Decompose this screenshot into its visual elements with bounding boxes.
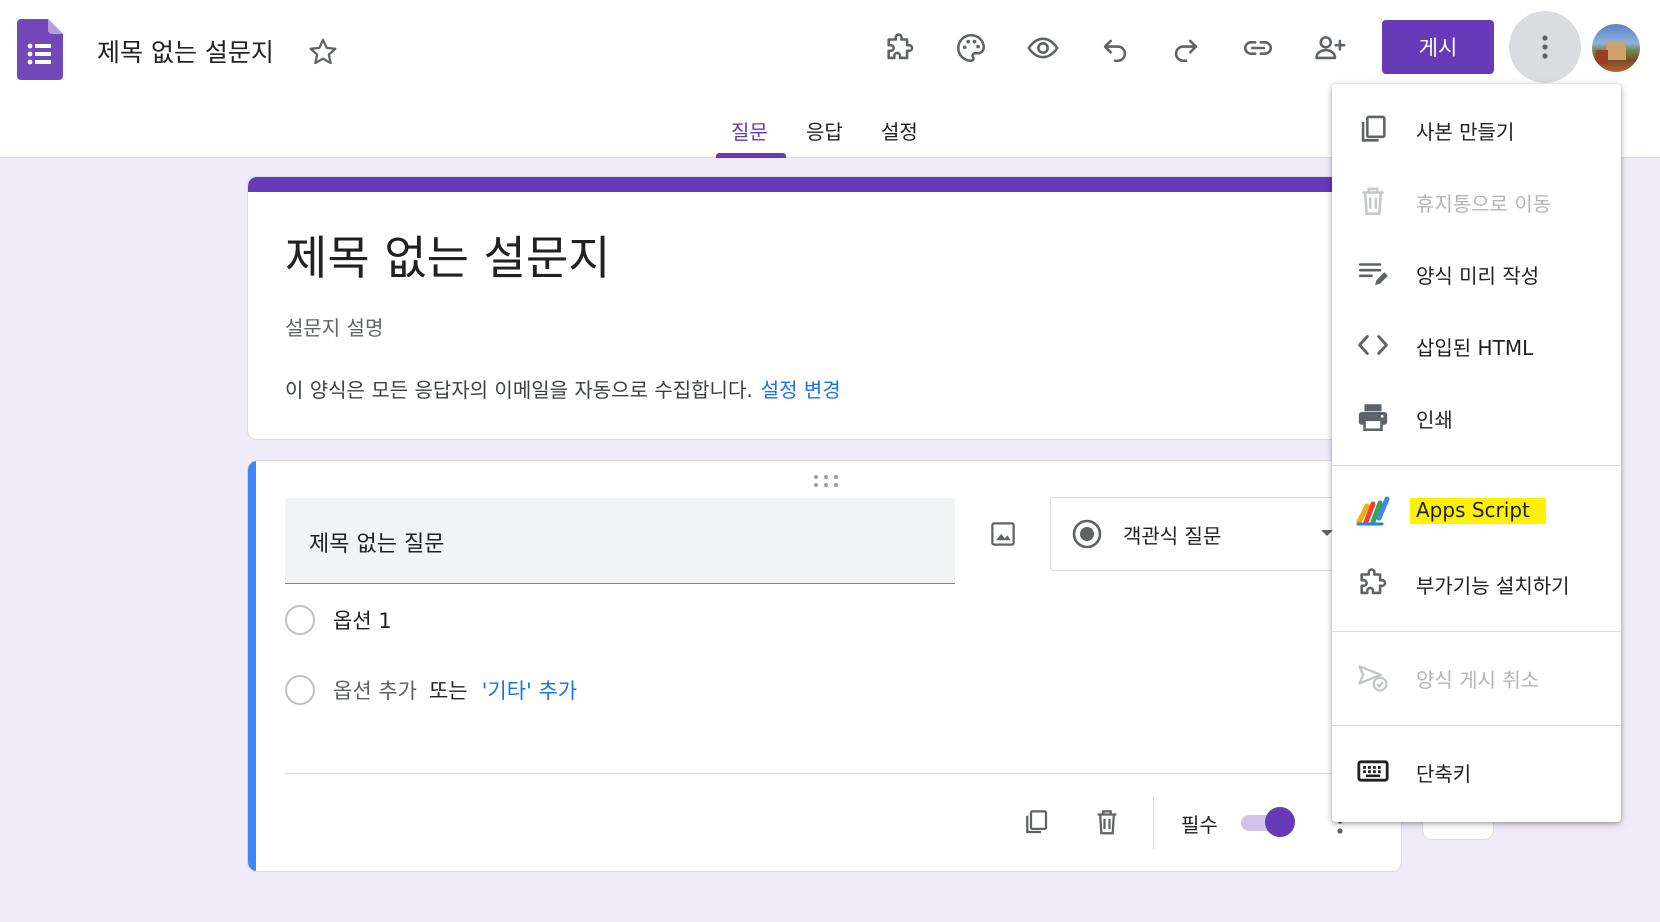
more-options-button[interactable] (1509, 11, 1581, 83)
menu-item-label: 부가기능 설치하기 (1416, 574, 1570, 598)
link-icon[interactable] (1235, 25, 1281, 71)
option-label[interactable]: 옵션 1 (333, 605, 392, 635)
option-radio-icon (285, 675, 315, 705)
delete-question-icon[interactable] (1084, 799, 1130, 845)
footer-separator (1153, 797, 1154, 849)
menu-item-label: 인쇄 (1416, 408, 1453, 432)
menu-item-label: 양식 게시 취소 (1416, 668, 1540, 692)
add-collaborator-icon[interactable] (1307, 25, 1353, 71)
document-title[interactable]: 제목 없는 설문지 (97, 33, 274, 69)
addons-puzzle-icon[interactable] (877, 25, 923, 71)
menu-separator (1332, 725, 1621, 726)
menu-item-embed-html[interactable]: 삽입된 HTML (1332, 315, 1621, 375)
menu-item-shortcuts[interactable]: 단축키 (1332, 741, 1621, 801)
more-options-menu: 사본 만들기 휴지통으로 이동 양식 미리 작성 삽입된 HTML 인쇄 App… (1332, 84, 1621, 822)
star-icon[interactable] (306, 35, 340, 69)
menu-separator (1332, 465, 1621, 466)
question-type-select[interactable]: 객관식 질문 (1050, 497, 1380, 571)
email-note-text: 이 양식은 모든 응답자의 이메일을 자동으로 수집합니다. (285, 378, 753, 402)
menu-separator (1332, 631, 1621, 632)
toggle-thumb (1265, 807, 1295, 837)
add-other-link[interactable]: '기타' 추가 (482, 675, 578, 705)
menu-item-label: 휴지통으로 이동 (1416, 192, 1552, 216)
question-type-label: 객관식 질문 (1123, 524, 1222, 548)
question-title-input[interactable]: 제목 없는 질문 (285, 498, 955, 584)
publish-button[interactable]: 게시 (1382, 20, 1494, 74)
form-title-input[interactable]: 제목 없는 설문지 (285, 222, 610, 288)
apps-script-icon (1356, 496, 1390, 526)
active-tab-indicator (716, 153, 786, 158)
menu-item-make-copy[interactable]: 사본 만들기 (1332, 99, 1621, 159)
prefill-icon (1358, 263, 1388, 286)
change-settings-link[interactable]: 설정 변경 (761, 378, 841, 402)
add-option-row: 옵션 추가 또는 '기타' 추가 (285, 673, 577, 707)
apps-script-highlight: Apps Script (1410, 498, 1546, 524)
account-avatar[interactable] (1592, 24, 1640, 72)
google-forms-logo-icon[interactable] (17, 19, 63, 80)
or-text: 또는 (428, 679, 468, 703)
radio-button-icon (1072, 519, 1102, 549)
drag-handle-icon[interactable] (812, 473, 840, 489)
undo-icon[interactable] (1092, 25, 1138, 71)
print-icon (1358, 404, 1388, 432)
menu-item-move-to-trash: 휴지통으로 이동 (1332, 171, 1621, 231)
form-title-card[interactable]: 제목 없는 설문지 설문지 설명 이 양식은 모든 응답자의 이메일을 자동으로… (247, 176, 1402, 440)
question-card[interactable]: 제목 없는 질문 객관식 질문 옵션 1 옵션 추가 또는 '기타' 추가 필수 (247, 460, 1402, 872)
unpublish-icon (1358, 665, 1388, 692)
option-radio-icon (285, 605, 315, 635)
question-footer-divider (285, 773, 1385, 774)
tab-questions[interactable]: 질문 (731, 116, 768, 145)
menu-item-print[interactable]: 인쇄 (1332, 387, 1621, 447)
menu-item-unpublish: 양식 게시 취소 (1332, 647, 1621, 707)
palette-icon[interactable] (948, 25, 994, 71)
menu-item-label: Apps Script (1410, 498, 1546, 524)
required-toggle[interactable] (1241, 807, 1295, 837)
addon-icon (1360, 568, 1387, 595)
menu-item-label: 단축키 (1416, 762, 1472, 786)
duplicate-question-icon[interactable] (1013, 799, 1059, 845)
keyboard-icon (1357, 760, 1389, 782)
copy-icon (1361, 115, 1386, 142)
title-card-accent-bar (248, 177, 1401, 192)
add-image-icon[interactable] (980, 511, 1026, 557)
preview-eye-icon[interactable] (1020, 25, 1066, 71)
add-option-button[interactable]: 옵션 추가 (333, 675, 417, 705)
tab-responses[interactable]: 응답 (806, 116, 843, 145)
redo-icon[interactable] (1163, 25, 1209, 71)
form-description-input[interactable]: 설문지 설명 (285, 312, 383, 341)
trash-icon (1362, 187, 1384, 216)
option-row[interactable]: 옵션 1 (285, 603, 392, 637)
email-collection-note: 이 양식은 모든 응답자의 이메일을 자동으로 수집합니다. 설정 변경 (285, 374, 841, 403)
menu-item-prefill[interactable]: 양식 미리 작성 (1332, 243, 1621, 303)
menu-item-apps-script[interactable]: Apps Script (1332, 481, 1621, 541)
more-vert-icon (1542, 35, 1548, 59)
menu-item-label: 사본 만들기 (1416, 120, 1515, 144)
menu-item-label: 삽입된 HTML (1416, 336, 1534, 360)
menu-item-label: 양식 미리 작성 (1416, 264, 1540, 288)
required-label: 필수 (1181, 813, 1218, 837)
menu-item-install-addons[interactable]: 부가기능 설치하기 (1332, 553, 1621, 613)
code-icon (1358, 335, 1388, 355)
question-title-text: 제목 없는 질문 (309, 532, 445, 557)
active-question-indicator (248, 461, 256, 871)
tab-settings[interactable]: 설정 (881, 116, 918, 145)
